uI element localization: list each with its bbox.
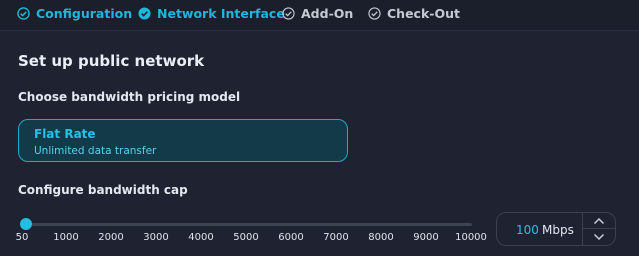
step-configuration[interactable]: Configuration — [17, 6, 132, 21]
option-description: Unlimited data transfer — [34, 145, 157, 157]
chevron-down-icon — [593, 233, 605, 241]
check-circle-outline-icon — [368, 7, 381, 20]
slider-tick: 8000 — [368, 232, 394, 243]
bandwidth-value: 100 — [516, 223, 539, 237]
step-check-out[interactable]: Check-Out — [368, 6, 460, 21]
slider-tick: 3000 — [143, 232, 169, 243]
slider-tick: 6000 — [278, 232, 304, 243]
check-circle-filled-icon — [138, 7, 151, 20]
page-title: Set up public network — [18, 52, 205, 70]
step-label: Configuration — [36, 6, 133, 21]
flat-rate-option[interactable]: Flat Rate Unlimited data transfer — [18, 119, 348, 162]
slider-tick: 5000 — [233, 232, 259, 243]
bandwidth-cap-label: Configure bandwidth cap — [18, 183, 188, 197]
slider-tick: 7000 — [323, 232, 349, 243]
slider-tick: 4000 — [188, 232, 214, 243]
step-label: Add-On — [301, 6, 354, 21]
bandwidth-slider-track[interactable] — [24, 223, 472, 226]
step-add-on[interactable]: Add-On — [282, 6, 353, 21]
slider-tick: 1000 — [53, 232, 79, 243]
increment-button[interactable] — [582, 212, 616, 229]
bandwidth-input[interactable]: 100 Mbps — [496, 212, 582, 246]
chevron-up-icon — [593, 217, 605, 224]
step-network-interface[interactable]: Network Interface — [138, 6, 285, 21]
decrement-button[interactable] — [582, 229, 616, 246]
check-circle-icon — [17, 7, 30, 20]
stepper: Configuration Network Interface Add-On C… — [0, 0, 639, 30]
slider-tick: 2000 — [98, 232, 124, 243]
check-circle-outline-icon — [282, 7, 295, 20]
step-label: Check-Out — [387, 6, 460, 21]
bandwidth-unit: Mbps — [542, 223, 574, 237]
pricing-model-label: Choose bandwidth pricing model — [18, 90, 241, 104]
step-label: Network Interface — [157, 6, 285, 21]
option-title: Flat Rate — [34, 127, 96, 141]
slider-tick: 10000 — [455, 232, 487, 243]
slider-tick: 9000 — [413, 232, 439, 243]
slider-tick: 50 — [15, 232, 29, 243]
